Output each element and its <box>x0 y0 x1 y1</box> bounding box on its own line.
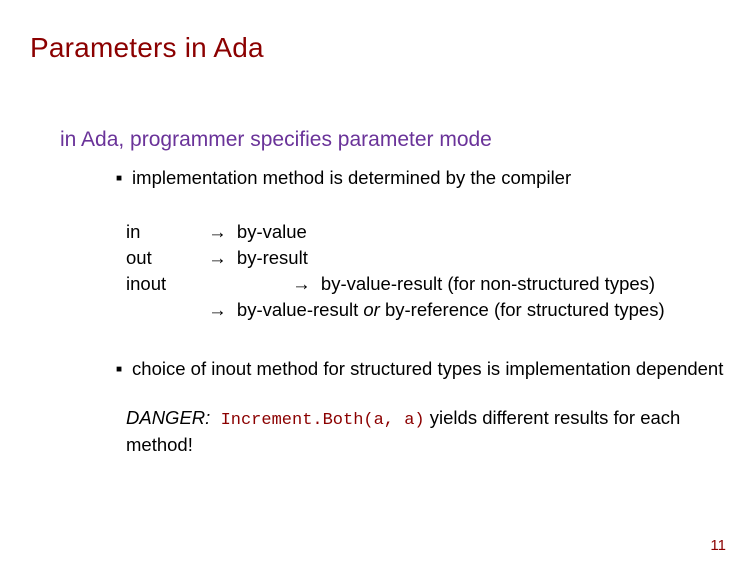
bullet-item: ■ implementation method is determined by… <box>116 166 726 191</box>
mode-mapping: in out inout → by-value → by-result → by… <box>126 221 726 321</box>
map-inout-struct-b: by-reference (for structured types) <box>380 299 665 320</box>
bullet-text: implementation method is determined by t… <box>132 166 571 191</box>
danger-label: DANGER: <box>126 407 210 428</box>
map-inout-struct-a: by-value-result <box>237 299 363 320</box>
map-out: → by-result <box>208 247 665 269</box>
bullet-list: ■ choice of inout method for structured … <box>116 357 726 382</box>
slide: Parameters in Ada in Ada, programmer spe… <box>0 0 756 576</box>
mode-inout: inout <box>126 273 166 295</box>
map-in-text: by-value <box>237 221 307 242</box>
danger-code: Increment.Both(a, a) <box>221 411 425 430</box>
subtitle: in Ada, programmer specifies parameter m… <box>60 128 726 152</box>
map-inout-struct: → by-value-result or by-reference (for s… <box>208 299 665 321</box>
mode-names-column: in out inout <box>126 221 166 321</box>
arrow-icon: → <box>292 273 311 294</box>
map-inout-or: or <box>363 299 379 320</box>
bullet-square-icon: ■ <box>116 172 122 197</box>
map-in: → by-value <box>208 221 665 243</box>
map-inout-nonstruct: → by-value-result (for non-structured ty… <box>208 273 665 295</box>
arrow-icon: → <box>208 299 227 320</box>
arrow-icon: → <box>208 247 227 268</box>
mode-out: out <box>126 247 166 269</box>
bullet-item: ■ choice of inout method for structured … <box>116 357 726 382</box>
page-number: 11 <box>710 537 726 554</box>
mode-mapping-column: → by-value → by-result → by-value-result… <box>208 221 665 321</box>
map-inout-nonstruct-text: by-value-result (for non-structured type… <box>321 273 655 294</box>
bullet-list: ■ implementation method is determined by… <box>116 166 726 191</box>
danger-note: DANGER: Increment.Both(a, a) yields diff… <box>126 406 726 458</box>
slide-title: Parameters in Ada <box>30 32 726 64</box>
bullet-text: choice of inout method for structured ty… <box>132 357 723 382</box>
map-out-text: by-result <box>237 247 308 268</box>
arrow-icon: → <box>208 221 227 242</box>
mode-in: in <box>126 221 166 243</box>
bullet-square-icon: ■ <box>116 363 122 388</box>
